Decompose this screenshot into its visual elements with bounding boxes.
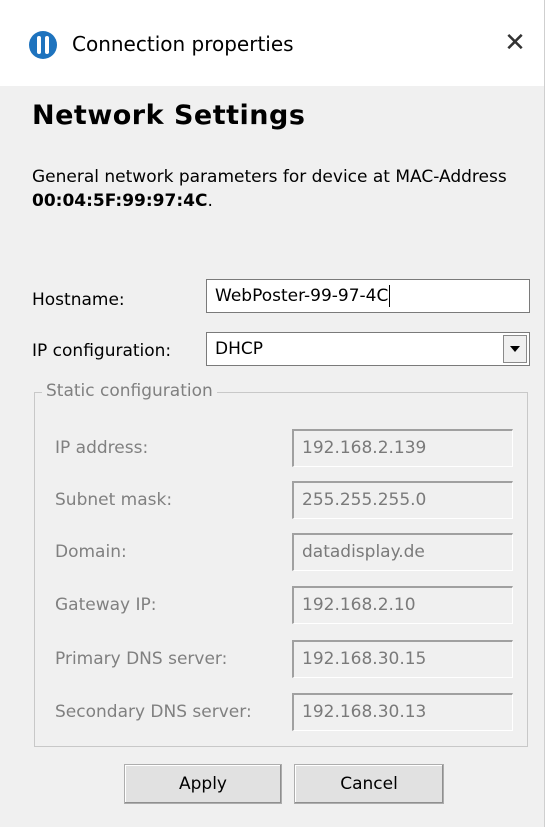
primary-dns-label: Primary DNS server: xyxy=(55,649,228,669)
title-bar[interactable]: Connection properties ✕ xyxy=(0,0,545,86)
gateway-ip-field[interactable]: 192.168.2.10 xyxy=(292,586,513,624)
primary-dns-field[interactable]: 192.168.30.15 xyxy=(292,640,513,678)
close-icon: ✕ xyxy=(504,28,526,58)
ip-address-label: IP address: xyxy=(55,438,149,458)
page-title: Network Settings xyxy=(32,100,306,131)
chevron-down-icon[interactable] xyxy=(503,335,527,363)
mac-address: 00:04:5F:99:97:4C xyxy=(32,191,208,211)
ip-configuration-select[interactable]: DHCP xyxy=(206,332,530,366)
window-title: Connection properties xyxy=(72,32,294,56)
static-configuration-legend: Static configuration xyxy=(42,380,217,402)
subnet-mask-label: Subnet mask: xyxy=(55,490,173,510)
close-button[interactable]: ✕ xyxy=(485,14,545,72)
apply-button[interactable]: Apply xyxy=(124,764,282,804)
ip-configuration-label: IP configuration: xyxy=(32,341,172,361)
app-logo-icon xyxy=(28,30,58,60)
secondary-dns-label: Secondary DNS server: xyxy=(55,702,252,722)
description-text: General network parameters for device at… xyxy=(32,167,507,187)
subnet-mask-field[interactable]: 255.255.255.0 xyxy=(292,481,513,519)
text-cursor xyxy=(389,285,391,307)
cancel-button[interactable]: Cancel xyxy=(294,764,444,804)
hostname-label: Hostname: xyxy=(32,290,125,310)
hostname-value: WebPoster-99-97-4C xyxy=(215,286,389,306)
hostname-input[interactable]: WebPoster-99-97-4C xyxy=(206,279,530,313)
connection-properties-dialog: Connection properties ✕ Network Settings… xyxy=(0,0,545,827)
ip-address-field[interactable]: 192.168.2.139 xyxy=(292,429,513,467)
domain-field[interactable]: datadisplay.de xyxy=(292,533,513,571)
description-suffix: . xyxy=(207,191,213,211)
domain-label: Domain: xyxy=(55,542,127,562)
description: General network parameters for device at… xyxy=(32,165,522,213)
secondary-dns-field[interactable]: 192.168.30.13 xyxy=(292,693,513,731)
ip-configuration-value: DHCP xyxy=(215,339,263,359)
gateway-ip-label: Gateway IP: xyxy=(55,595,157,615)
